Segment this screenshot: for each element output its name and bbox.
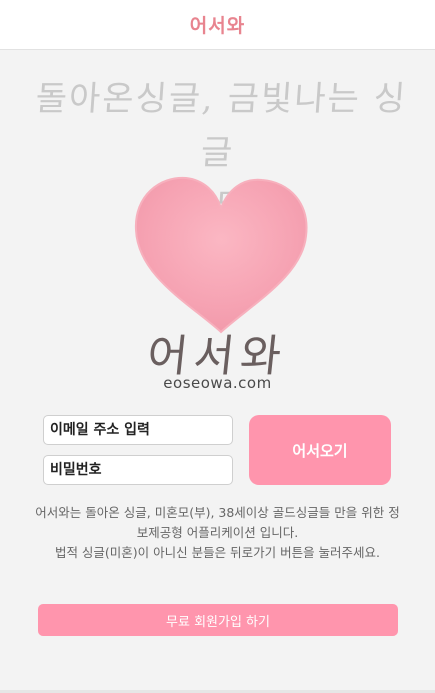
login-button[interactable]: 어서오기 bbox=[249, 415, 391, 485]
password-input[interactable] bbox=[43, 455, 233, 485]
notice-line-1: 어서와는 돌아온 싱글, 미혼모(부), 38세이상 골드싱글들 만을 위한 정… bbox=[35, 505, 400, 540]
signup-button[interactable]: 무료 회원가입 하기 bbox=[38, 604, 398, 636]
notice-text: 어서와는 돌아온 싱글, 미혼모(부), 38세이상 골드싱글들 만을 위한 정… bbox=[35, 503, 400, 563]
notice-line-2: 법적 싱글(미혼)이 아니신 분들은 뒤로가기 버튼을 눌러주세요. bbox=[54, 545, 381, 560]
page-title: 어서와 bbox=[189, 15, 246, 37]
email-input[interactable] bbox=[43, 415, 233, 445]
brand-domain: eoseowa.com bbox=[163, 374, 272, 392]
heart-logo-icon bbox=[130, 172, 312, 340]
tagline-line-1: 돌아온싱글, 금빛나는 싱글 bbox=[34, 79, 409, 173]
app-header: 어서와 bbox=[0, 0, 435, 50]
